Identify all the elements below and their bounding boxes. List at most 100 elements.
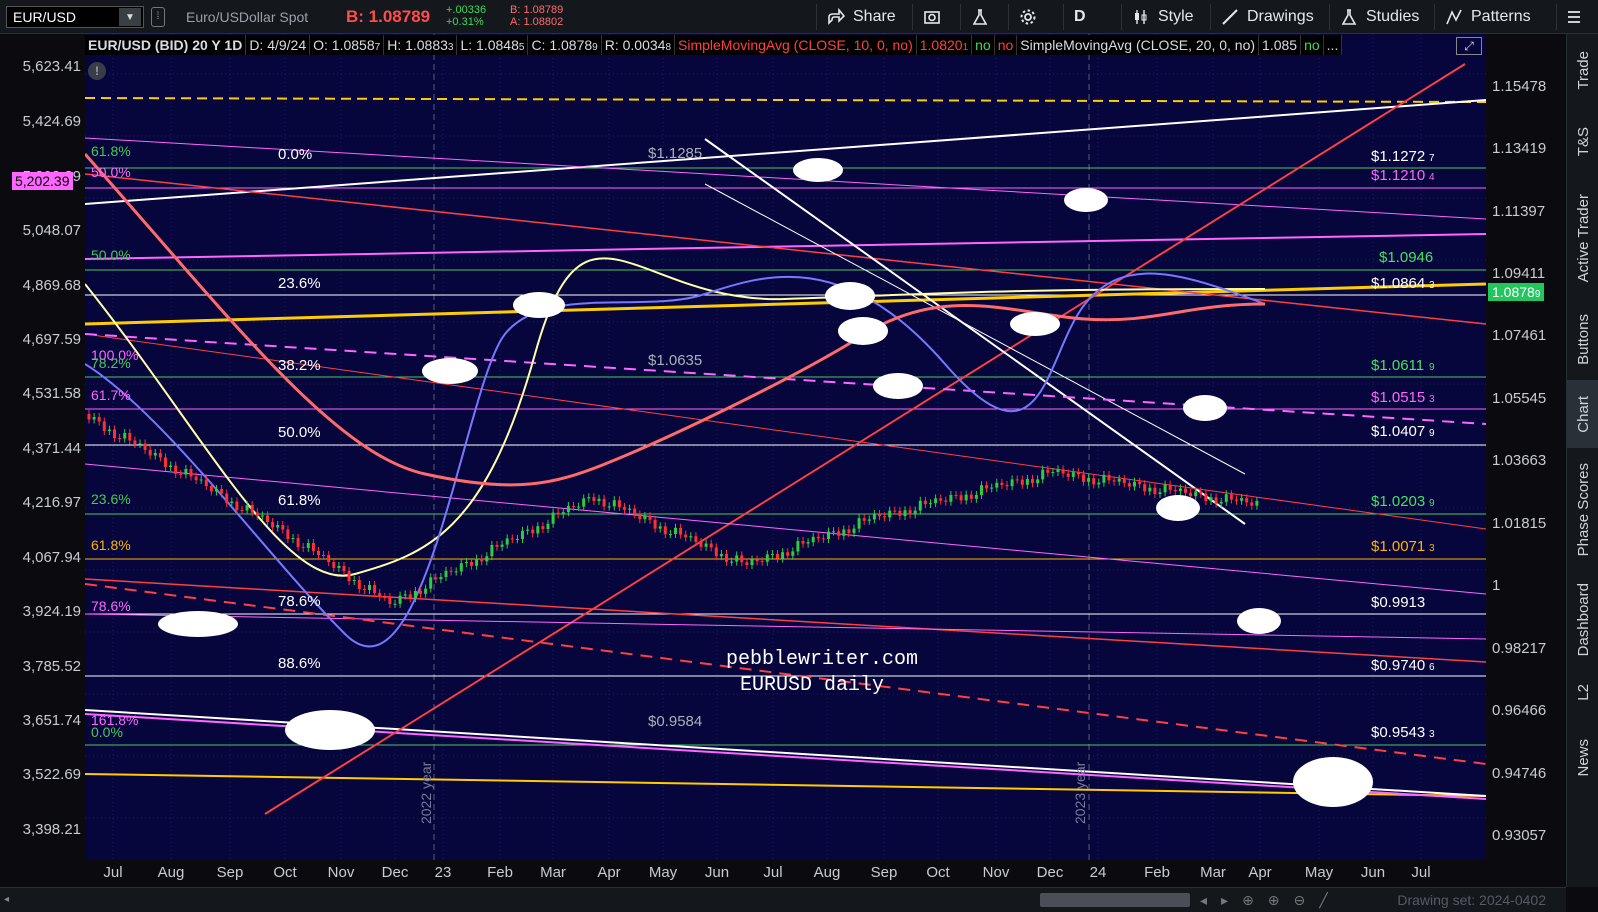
zoom-out-icon[interactable]: ⊖ (1294, 892, 1306, 909)
symbol-value[interactable]: EUR/USD (7, 9, 119, 25)
sidebar-tab-l2[interactable]: L2 (1567, 668, 1598, 716)
left-price-axis[interactable]: 5,623.41 5,424.69 5,202.39 5,048.07 4,869.68… (0, 34, 85, 874)
chart-canvas[interactable]: 61.8%50.0%50.0%100.0%78.2%61.7%23.6%61.8… (85, 34, 1486, 860)
left-axis-label: 4,697.59 (22, 331, 81, 348)
candle-body (750, 559, 754, 565)
info-more[interactable]: ... (1323, 35, 1343, 55)
candle-body (113, 429, 116, 438)
sidebar-tab-dashboard[interactable]: Dashboard (1567, 572, 1598, 668)
candle-body (623, 507, 626, 510)
share-button[interactable]: Share (816, 4, 906, 30)
candle-body (1163, 484, 1167, 493)
candle-body (551, 512, 555, 524)
fib-percent-label: 78.2% (91, 355, 131, 371)
drawings-button[interactable]: Drawings (1210, 4, 1324, 30)
candle-body (694, 536, 698, 542)
style-button[interactable]: Style (1121, 4, 1204, 30)
nav-left-icon[interactable]: ◂ (1200, 892, 1207, 909)
sidebar-tab-buttons[interactable]: Buttons (1567, 298, 1598, 380)
settings-button[interactable] (1008, 4, 1047, 30)
period-button[interactable]: D (1063, 4, 1096, 30)
candle-body (1046, 469, 1050, 473)
studies-button[interactable]: Studies (1329, 4, 1429, 30)
right-price-axis[interactable]: 1.15478 1.13419 1.11397 1.09411 1.07461 1.055… (1486, 34, 1566, 874)
candle-body (194, 476, 198, 480)
candle-body (266, 515, 269, 522)
candle-body (995, 482, 999, 488)
left-axis-label: 4,216.97 (22, 494, 81, 511)
annotation-oval (873, 373, 923, 399)
menu-icon (1568, 11, 1580, 23)
time-axis[interactable]: Jul Aug Sep Oct Nov Dec 23 Feb Mar Apr May Jun Jul Au… (85, 860, 1486, 886)
time-axis-label: Dec (381, 864, 409, 881)
fib-percent-label: 0.0% (278, 146, 312, 163)
expand-icon[interactable]: ⤢ (1456, 37, 1482, 55)
candle-body (179, 474, 183, 475)
crosshair-icon[interactable]: ⊕ (1242, 892, 1254, 909)
bottom-scrollbar[interactable]: ◂ ◂ ▸ ⊕ ⊕ ⊖ ╱ Drawing set: 2024-0402 (0, 887, 1566, 912)
candle-body (617, 500, 621, 507)
chevron-down-icon[interactable]: ▼ (119, 8, 141, 26)
draw-line-icon[interactable]: ╱ (1319, 892, 1327, 909)
menu-button[interactable] (1556, 4, 1591, 30)
sidebar-tab-news[interactable]: News (1567, 716, 1598, 800)
chart-area[interactable]: 5,623.41 5,424.69 5,202.39 5,048.07 4,869.68… (0, 34, 1566, 887)
sidebar-tab-label: Active Trader (1574, 193, 1592, 283)
fib-percent-label: 23.6% (91, 491, 131, 507)
scroll-left-icon[interactable]: ◂ (4, 894, 9, 905)
info-circle-icon[interactable]: ! (88, 62, 106, 80)
studies-label: Studies (1366, 8, 1420, 25)
level-price-label: $1.1210 (1371, 167, 1425, 184)
flask-button[interactable] (960, 4, 999, 30)
sidebar-tab-active-trader[interactable]: Active Trader (1567, 178, 1598, 298)
sma20-value: 1.085 (1259, 35, 1302, 55)
watermark-line2: EURUSD daily (740, 674, 884, 697)
candle-body (577, 506, 581, 508)
scroll-thumb[interactable] (1040, 893, 1190, 907)
gear-icon (1020, 9, 1036, 25)
candle-body (138, 443, 142, 445)
candle-body (770, 554, 774, 555)
price-tag-label: $0.9584 (648, 713, 702, 730)
price-plot[interactable]: 61.8% 50.0% 50.0% 100.0% 78.2% 61.7% 23.6% 61.8… (85, 34, 1486, 860)
time-axis-label: Feb (1144, 864, 1170, 881)
candle-body (638, 514, 642, 520)
candle-body (444, 570, 448, 577)
sidebar-tab-t-s[interactable]: T&S (1567, 106, 1598, 178)
candle-body (842, 529, 846, 536)
sidebar-tab-trade[interactable]: Trade (1567, 34, 1598, 106)
candle-body (1255, 501, 1259, 506)
link-icon[interactable]: ⁞ (151, 7, 165, 27)
level-price-label: $1.0864 (1371, 275, 1425, 292)
nav-right-icon[interactable]: ▸ (1221, 892, 1228, 909)
candle-body (674, 527, 677, 534)
symbol-selector[interactable]: EUR/USD ▼ (6, 6, 144, 28)
time-axis-label: Jul (103, 864, 123, 881)
zoom-in-icon[interactable]: ⊕ (1268, 892, 1280, 909)
candle-body (164, 457, 167, 467)
candle-body (1245, 498, 1249, 503)
patterns-button[interactable]: Patterns (1434, 4, 1541, 30)
candle-body (475, 558, 479, 566)
time-axis-label: May (648, 864, 678, 881)
sma20-label[interactable]: SimpleMovingAvg (CLOSE, 20, 0, no) (1017, 35, 1260, 55)
right-axis-label: 0.98217 (1492, 640, 1547, 657)
sidebar-tab-label: Chart (1574, 395, 1592, 433)
sidebar-tab-chart[interactable]: Chart (1567, 380, 1598, 448)
left-axis-label: 5,623.41 (22, 58, 81, 75)
candle-body (1041, 469, 1045, 480)
sidebar-tab-phase-scores[interactable]: Phase Scores (1567, 448, 1598, 572)
candle-body (541, 526, 545, 529)
level-price-tail: 3 (1429, 394, 1435, 405)
candle-body (1235, 499, 1238, 501)
fib-percent-label: 61.8% (91, 537, 131, 553)
candle-body (1168, 484, 1172, 490)
level-price-label: $1.0407 (1371, 423, 1425, 440)
candle-body (719, 554, 723, 557)
chart-settings-button[interactable] (912, 4, 951, 30)
candle-body (327, 555, 331, 562)
sma10-label[interactable]: SimpleMovingAvg (CLOSE, 10, 0, no) (675, 35, 917, 55)
candle-body (1184, 488, 1187, 493)
time-axis-label: Apr (597, 864, 621, 881)
level-price-tail: 9 (1429, 428, 1435, 439)
